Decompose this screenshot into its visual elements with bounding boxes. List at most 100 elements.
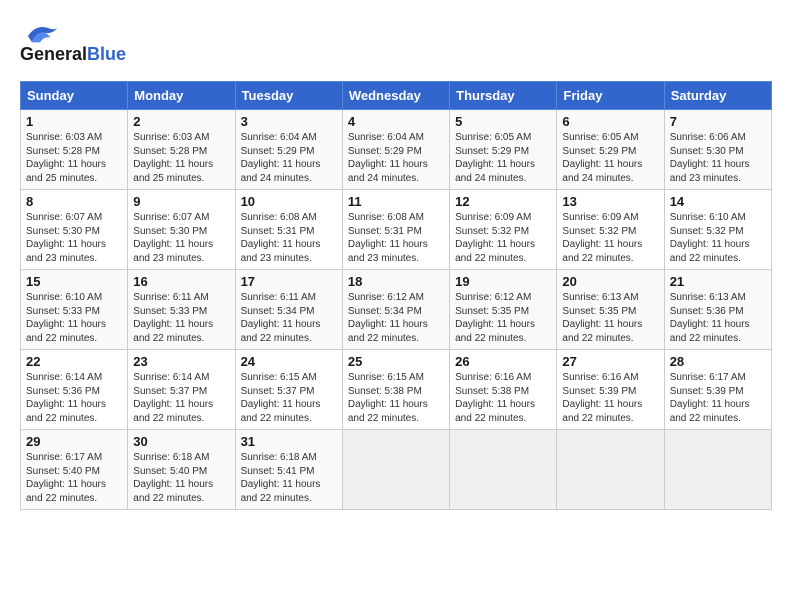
- week-row-2: 8 Sunrise: 6:07 AM Sunset: 5:30 PM Dayli…: [21, 190, 772, 270]
- day-info: Sunrise: 6:15 AM Sunset: 5:37 PM Dayligh…: [241, 371, 337, 425]
- day-info: Sunrise: 6:18 AM Sunset: 5:41 PM Dayligh…: [241, 451, 337, 505]
- day-info: Sunrise: 6:17 AM Sunset: 5:40 PM Dayligh…: [26, 451, 122, 505]
- day-header-sunday: Sunday: [21, 82, 128, 110]
- calendar-cell: 4 Sunrise: 6:04 AM Sunset: 5:29 PM Dayli…: [342, 110, 449, 190]
- calendar: SundayMondayTuesdayWednesdayThursdayFrid…: [20, 81, 772, 510]
- header: GeneralBlue: [20, 20, 772, 65]
- day-number: 3: [241, 114, 337, 129]
- day-header-friday: Friday: [557, 82, 664, 110]
- day-number: 31: [241, 434, 337, 449]
- day-header-monday: Monday: [128, 82, 235, 110]
- calendar-cell: 19 Sunrise: 6:12 AM Sunset: 5:35 PM Dayl…: [450, 270, 557, 350]
- calendar-cell: 8 Sunrise: 6:07 AM Sunset: 5:30 PM Dayli…: [21, 190, 128, 270]
- day-number: 11: [348, 194, 444, 209]
- calendar-cell: 16 Sunrise: 6:11 AM Sunset: 5:33 PM Dayl…: [128, 270, 235, 350]
- day-number: 9: [133, 194, 229, 209]
- day-number: 10: [241, 194, 337, 209]
- day-info: Sunrise: 6:13 AM Sunset: 5:36 PM Dayligh…: [670, 291, 766, 345]
- calendar-cell: 31 Sunrise: 6:18 AM Sunset: 5:41 PM Dayl…: [235, 430, 342, 510]
- day-number: 13: [562, 194, 658, 209]
- day-info: Sunrise: 6:10 AM Sunset: 5:32 PM Dayligh…: [670, 211, 766, 265]
- calendar-cell: [664, 430, 771, 510]
- day-info: Sunrise: 6:08 AM Sunset: 5:31 PM Dayligh…: [348, 211, 444, 265]
- calendar-cell: 9 Sunrise: 6:07 AM Sunset: 5:30 PM Dayli…: [128, 190, 235, 270]
- calendar-cell: 7 Sunrise: 6:06 AM Sunset: 5:30 PM Dayli…: [664, 110, 771, 190]
- calendar-cell: 22 Sunrise: 6:14 AM Sunset: 5:36 PM Dayl…: [21, 350, 128, 430]
- day-number: 12: [455, 194, 551, 209]
- day-number: 22: [26, 354, 122, 369]
- day-number: 20: [562, 274, 658, 289]
- day-number: 24: [241, 354, 337, 369]
- calendar-cell: 24 Sunrise: 6:15 AM Sunset: 5:37 PM Dayl…: [235, 350, 342, 430]
- calendar-cell: 10 Sunrise: 6:08 AM Sunset: 5:31 PM Dayl…: [235, 190, 342, 270]
- day-number: 1: [26, 114, 122, 129]
- calendar-cell: 17 Sunrise: 6:11 AM Sunset: 5:34 PM Dayl…: [235, 270, 342, 350]
- calendar-cell: 20 Sunrise: 6:13 AM Sunset: 5:35 PM Dayl…: [557, 270, 664, 350]
- day-info: Sunrise: 6:04 AM Sunset: 5:29 PM Dayligh…: [241, 131, 337, 185]
- day-number: 21: [670, 274, 766, 289]
- calendar-cell: 6 Sunrise: 6:05 AM Sunset: 5:29 PM Dayli…: [557, 110, 664, 190]
- day-number: 29: [26, 434, 122, 449]
- day-info: Sunrise: 6:16 AM Sunset: 5:39 PM Dayligh…: [562, 371, 658, 425]
- calendar-cell: 30 Sunrise: 6:18 AM Sunset: 5:40 PM Dayl…: [128, 430, 235, 510]
- calendar-cell: 14 Sunrise: 6:10 AM Sunset: 5:32 PM Dayl…: [664, 190, 771, 270]
- day-number: 2: [133, 114, 229, 129]
- calendar-cell: 1 Sunrise: 6:03 AM Sunset: 5:28 PM Dayli…: [21, 110, 128, 190]
- day-info: Sunrise: 6:03 AM Sunset: 5:28 PM Dayligh…: [26, 131, 122, 185]
- day-info: Sunrise: 6:18 AM Sunset: 5:40 PM Dayligh…: [133, 451, 229, 505]
- day-number: 25: [348, 354, 444, 369]
- calendar-cell: 27 Sunrise: 6:16 AM Sunset: 5:39 PM Dayl…: [557, 350, 664, 430]
- calendar-cell: [557, 430, 664, 510]
- day-info: Sunrise: 6:04 AM Sunset: 5:29 PM Dayligh…: [348, 131, 444, 185]
- day-number: 23: [133, 354, 229, 369]
- day-info: Sunrise: 6:12 AM Sunset: 5:35 PM Dayligh…: [455, 291, 551, 345]
- calendar-cell: [342, 430, 449, 510]
- day-number: 8: [26, 194, 122, 209]
- week-row-1: 1 Sunrise: 6:03 AM Sunset: 5:28 PM Dayli…: [21, 110, 772, 190]
- day-info: Sunrise: 6:08 AM Sunset: 5:31 PM Dayligh…: [241, 211, 337, 265]
- calendar-cell: 28 Sunrise: 6:17 AM Sunset: 5:39 PM Dayl…: [664, 350, 771, 430]
- day-number: 4: [348, 114, 444, 129]
- calendar-cell: 18 Sunrise: 6:12 AM Sunset: 5:34 PM Dayl…: [342, 270, 449, 350]
- day-number: 26: [455, 354, 551, 369]
- day-info: Sunrise: 6:12 AM Sunset: 5:34 PM Dayligh…: [348, 291, 444, 345]
- day-info: Sunrise: 6:13 AM Sunset: 5:35 PM Dayligh…: [562, 291, 658, 345]
- day-number: 17: [241, 274, 337, 289]
- day-number: 18: [348, 274, 444, 289]
- day-number: 15: [26, 274, 122, 289]
- day-info: Sunrise: 6:14 AM Sunset: 5:37 PM Dayligh…: [133, 371, 229, 425]
- day-header-saturday: Saturday: [664, 82, 771, 110]
- calendar-cell: 26 Sunrise: 6:16 AM Sunset: 5:38 PM Dayl…: [450, 350, 557, 430]
- calendar-cell: 23 Sunrise: 6:14 AM Sunset: 5:37 PM Dayl…: [128, 350, 235, 430]
- day-number: 30: [133, 434, 229, 449]
- calendar-cell: 21 Sunrise: 6:13 AM Sunset: 5:36 PM Dayl…: [664, 270, 771, 350]
- calendar-cell: 11 Sunrise: 6:08 AM Sunset: 5:31 PM Dayl…: [342, 190, 449, 270]
- day-info: Sunrise: 6:09 AM Sunset: 5:32 PM Dayligh…: [562, 211, 658, 265]
- calendar-cell: 15 Sunrise: 6:10 AM Sunset: 5:33 PM Dayl…: [21, 270, 128, 350]
- day-info: Sunrise: 6:07 AM Sunset: 5:30 PM Dayligh…: [26, 211, 122, 265]
- day-header-thursday: Thursday: [450, 82, 557, 110]
- day-info: Sunrise: 6:11 AM Sunset: 5:34 PM Dayligh…: [241, 291, 337, 345]
- day-info: Sunrise: 6:11 AM Sunset: 5:33 PM Dayligh…: [133, 291, 229, 345]
- week-row-4: 22 Sunrise: 6:14 AM Sunset: 5:36 PM Dayl…: [21, 350, 772, 430]
- day-header-tuesday: Tuesday: [235, 82, 342, 110]
- calendar-cell: 29 Sunrise: 6:17 AM Sunset: 5:40 PM Dayl…: [21, 430, 128, 510]
- day-info: Sunrise: 6:05 AM Sunset: 5:29 PM Dayligh…: [455, 131, 551, 185]
- week-row-3: 15 Sunrise: 6:10 AM Sunset: 5:33 PM Dayl…: [21, 270, 772, 350]
- day-info: Sunrise: 6:14 AM Sunset: 5:36 PM Dayligh…: [26, 371, 122, 425]
- day-number: 6: [562, 114, 658, 129]
- day-number: 27: [562, 354, 658, 369]
- day-number: 7: [670, 114, 766, 129]
- day-info: Sunrise: 6:15 AM Sunset: 5:38 PM Dayligh…: [348, 371, 444, 425]
- calendar-cell: 25 Sunrise: 6:15 AM Sunset: 5:38 PM Dayl…: [342, 350, 449, 430]
- calendar-cell: 2 Sunrise: 6:03 AM Sunset: 5:28 PM Dayli…: [128, 110, 235, 190]
- day-number: 14: [670, 194, 766, 209]
- day-info: Sunrise: 6:10 AM Sunset: 5:33 PM Dayligh…: [26, 291, 122, 345]
- calendar-cell: 3 Sunrise: 6:04 AM Sunset: 5:29 PM Dayli…: [235, 110, 342, 190]
- calendar-cell: 12 Sunrise: 6:09 AM Sunset: 5:32 PM Dayl…: [450, 190, 557, 270]
- day-number: 5: [455, 114, 551, 129]
- week-row-5: 29 Sunrise: 6:17 AM Sunset: 5:40 PM Dayl…: [21, 430, 772, 510]
- day-info: Sunrise: 6:03 AM Sunset: 5:28 PM Dayligh…: [133, 131, 229, 185]
- calendar-cell: [450, 430, 557, 510]
- calendar-cell: 13 Sunrise: 6:09 AM Sunset: 5:32 PM Dayl…: [557, 190, 664, 270]
